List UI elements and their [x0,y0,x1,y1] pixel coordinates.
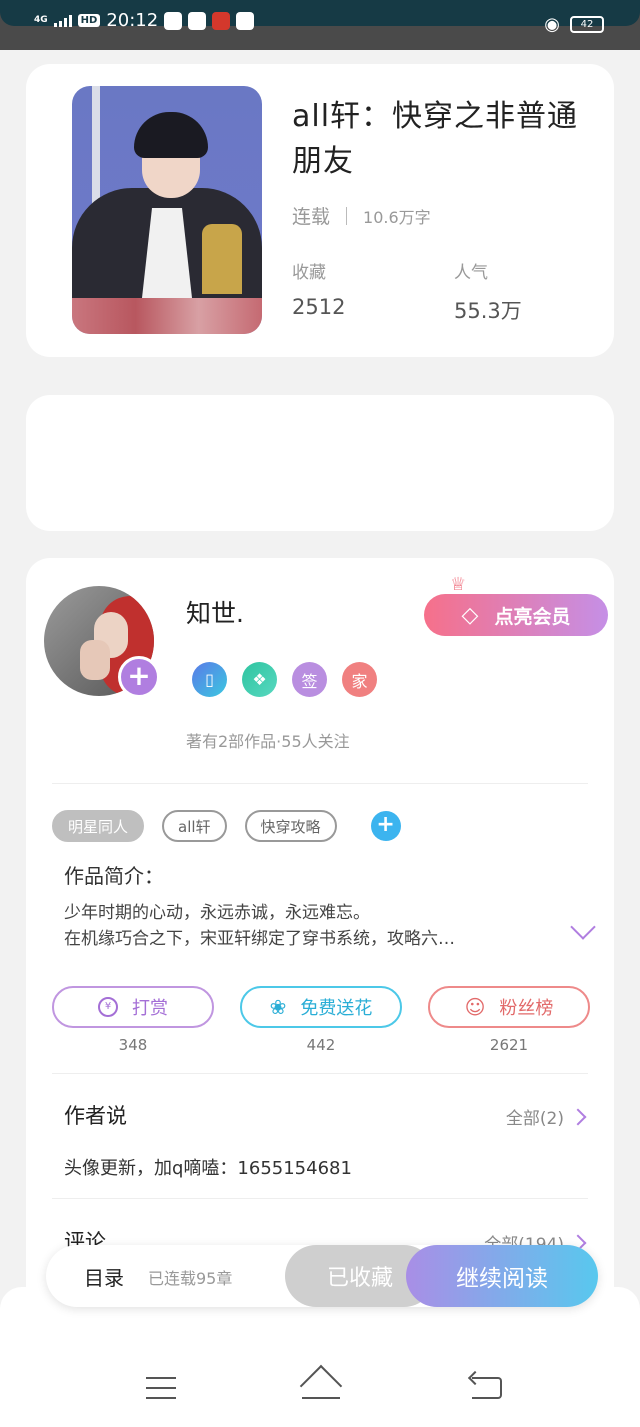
reward-count: 348 [118,1036,148,1054]
status-bar: 4G HD 20:12 ◉ 42 [0,0,640,50]
vip-button-label: 点亮会员 [494,605,571,628]
home-badge-icon[interactable]: 家 [342,662,377,697]
record-app-icon [212,11,231,30]
tag-item[interactable]: 明星同人 [52,810,145,842]
yen-icon: ¥ [98,997,118,1017]
author-says-more[interactable]: 全部(2) [505,1104,587,1129]
reward-action: ¥ 打赏 348 [52,986,214,1054]
chapter-count[interactable]: 已连载95章 [148,1265,232,1289]
fans-rank-label: 粉丝榜 [499,998,554,1019]
meta-divider [346,206,348,225]
action-row: ¥ 打赏 348 ❀ 免费送花 442 ☺ 粉丝榜 2621 [52,986,590,1054]
video-app-icon [236,11,255,30]
divider [52,1073,588,1074]
send-flower-label: 免费送花 [300,998,373,1019]
popularity-label: 人气 [454,263,488,283]
network-type: 4G [34,15,48,25]
system-nav-bar [0,1287,640,1427]
tag-list: 明星同人 all轩 快穿攻略 + [52,810,401,842]
favorites-stat: 收藏 2512 [292,258,345,319]
handshake-badge-icon[interactable]: ❖ [242,662,277,697]
author-info: 著有2部作品·55人关注 [186,732,350,751]
follow-add-icon[interactable]: + [118,656,160,698]
author-says-content: 头像更新，加q嘀嗑：1655154681 [64,1158,352,1179]
popularity-value: 55.3万 [454,299,522,323]
book-cover-image[interactable] [72,86,262,334]
reward-label: 打赏 [132,998,168,1019]
signal-icon [53,14,72,27]
clock: 20:12 [106,10,159,31]
wechat-icon [164,11,183,30]
fans-rank-button[interactable]: ☺ 粉丝榜 [428,986,590,1028]
author-says-more-label: 全部(2) [505,1109,564,1129]
user-heart-icon: ☺ [464,995,486,1019]
play-app-icon [188,11,207,30]
vip-button[interactable]: ◇ 点亮会员 [424,594,608,636]
reward-button[interactable]: ¥ 打赏 [52,986,214,1028]
phone-badge-icon[interactable]: ▯ [192,662,227,697]
flower-count: 442 [306,1036,336,1054]
battery-level: 42 [580,19,594,30]
crown-icon: ♕ [450,574,467,595]
book-title: all轩：快穿之非普通朋友 [292,99,579,179]
book-status: 连载 [292,206,331,228]
fans-count: 2621 [489,1036,529,1054]
author-badges: ▯ ❖ 签 家 [192,662,377,697]
back-icon[interactable] [472,1377,502,1399]
blank-card [26,395,614,531]
status-bar-left: 4G HD 20:12 [34,10,255,31]
intro-line: 少年时期的心动，永远赤诚，永远难忘。 [64,903,370,923]
intro-title: 作品简介： [64,864,164,888]
sign-badge-icon[interactable]: 签 [292,662,327,697]
home-icon[interactable] [299,1364,343,1408]
battery-icon: 42 [570,16,604,33]
word-count: 10.6万字 [363,207,431,227]
flower-icon: ❀ [269,995,287,1019]
tag-item[interactable]: all轩 [162,810,227,842]
author-says-title: 作者说 [64,1104,127,1128]
author-card: + 知世. ▯ ❖ 签 家 著有2部作品·55人关注 ♕ ◇ 点亮会员 明星同人… [26,558,614,1318]
hd-icon: HD [77,14,101,27]
divider [52,783,588,784]
fans-action: ☺ 粉丝榜 2621 [428,986,590,1054]
status-bar-right: ◉ 42 [544,14,604,35]
add-tag-icon[interactable]: + [370,811,401,841]
chevron-right-icon [569,1108,587,1125]
send-flower-button[interactable]: ❀ 免费送花 [240,986,402,1028]
diamond-icon: ◇ [461,602,479,628]
popularity-stat: 人气 55.3万 [454,258,522,325]
continue-reading-button[interactable]: 继续阅读 [406,1245,598,1307]
expand-chevron-icon[interactable] [570,914,596,940]
bottom-action-bar: 目录 已连载95章 已收藏 继续阅读 [46,1245,598,1307]
favorites-label: 收藏 [292,263,326,283]
book-meta: 连载 10.6万字 [292,202,431,229]
catalog-button[interactable]: 目录 [84,1262,124,1291]
flower-action: ❀ 免费送花 442 [240,986,402,1054]
menu-icon[interactable] [146,1377,176,1407]
author-name[interactable]: 知世. [186,594,244,630]
intro-line: 在机缘巧合之下，宋亚轩绑定了穿书系统，攻略六… [64,929,455,949]
divider [52,1198,588,1199]
book-info-card: all轩：快穿之非普通朋友 连载 10.6万字 收藏 2512 人气 55.3万 [26,64,614,357]
intro-text[interactable]: 少年时期的心动，永远赤诚，永远难忘。 在机缘巧合之下，宋亚轩绑定了穿书系统，攻略… [64,900,554,952]
favorites-value: 2512 [292,295,346,319]
tag-item[interactable]: 快穿攻略 [244,810,337,842]
wifi-icon: ◉ [544,14,560,35]
